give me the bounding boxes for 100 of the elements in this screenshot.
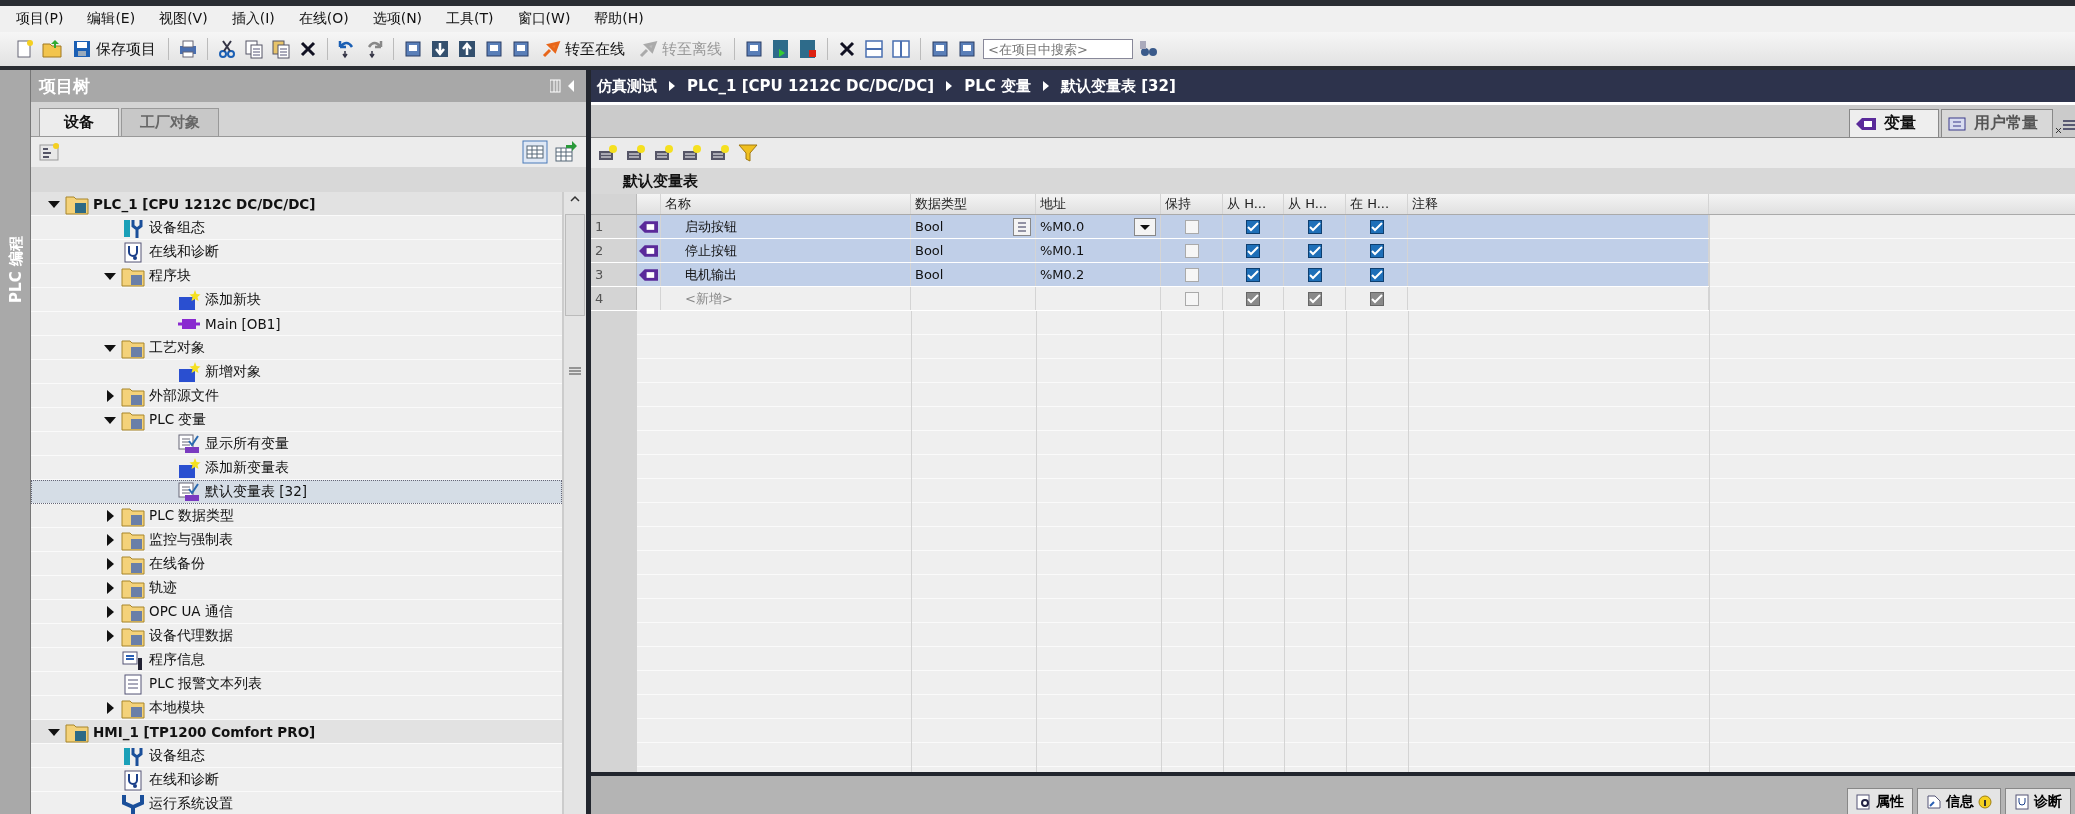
column-header[interactable]: 数据类型 bbox=[911, 194, 1036, 214]
checkbox[interactable] bbox=[1369, 267, 1384, 282]
scissors-icon[interactable] bbox=[216, 38, 238, 60]
tree-item[interactable]: 外部源文件 bbox=[31, 384, 562, 408]
table-cell[interactable]: %M0.0 bbox=[1040, 219, 1085, 234]
panel-tab[interactable]: 设备 bbox=[39, 108, 119, 136]
tree-item[interactable]: Main [OB1] bbox=[31, 312, 562, 336]
toolbar-button[interactable]: 转至在线 bbox=[537, 39, 629, 59]
column-header[interactable]: 名称 bbox=[661, 194, 911, 214]
checkbox[interactable] bbox=[1307, 243, 1322, 258]
clipboard-icon[interactable] bbox=[270, 38, 292, 60]
menu-item[interactable]: 在线(O) bbox=[298, 10, 349, 28]
search-field[interactable]: <在项目中搜索> bbox=[983, 39, 1133, 59]
inspector-tab[interactable]: 属性 bbox=[1847, 788, 1913, 814]
tree-item[interactable]: PLC 数据类型 bbox=[31, 504, 562, 528]
checkbox[interactable] bbox=[1369, 243, 1384, 258]
column-header[interactable]: 注释 bbox=[1408, 194, 1709, 214]
checkbox[interactable] bbox=[1307, 291, 1322, 306]
breadcrumb-item[interactable]: 默认变量表 [32] bbox=[1060, 76, 1176, 96]
checkbox[interactable] bbox=[1184, 291, 1199, 306]
table-cell[interactable]: 启动按钮 bbox=[665, 217, 737, 236]
checkbox[interactable] bbox=[1246, 243, 1260, 258]
table-row[interactable]: 3 电机输出 Bool %M0.2 bbox=[591, 263, 1709, 287]
table-row[interactable]: 4 <新增> bbox=[591, 287, 1709, 311]
printer-icon[interactable] bbox=[177, 38, 199, 60]
column-header[interactable]: 在 H... bbox=[1346, 194, 1408, 214]
dropdown-icon[interactable] bbox=[1134, 217, 1156, 236]
toolbar-icon[interactable] bbox=[681, 143, 703, 163]
editor-tab[interactable]: 变量 bbox=[1849, 109, 1939, 137]
filter-icon[interactable] bbox=[737, 143, 759, 163]
checkbox[interactable] bbox=[1184, 219, 1199, 234]
toolbar-icon[interactable] bbox=[597, 143, 619, 163]
tree-item[interactable]: 工艺对象 bbox=[31, 336, 562, 360]
table-row[interactable]: 1 启动按钮 Bool %M0.0 bbox=[591, 215, 1709, 239]
checkbox[interactable] bbox=[1184, 243, 1199, 258]
menu-item[interactable]: 帮助(H) bbox=[594, 10, 644, 28]
tree-item[interactable]: 运行系统设置 bbox=[31, 792, 562, 814]
row-number[interactable]: 3 bbox=[591, 263, 637, 286]
row-number[interactable]: 1 bbox=[591, 215, 637, 238]
breadcrumb-item[interactable]: 仿真测试 bbox=[597, 76, 657, 96]
table-view-icon[interactable] bbox=[522, 140, 548, 164]
breadcrumb-item[interactable]: PLC_1 [CPU 1212C DC/DC/DC] bbox=[687, 77, 935, 95]
inspector-tab[interactable]: 信息 bbox=[1917, 788, 2001, 814]
grip-icon[interactable] bbox=[568, 366, 582, 376]
menu-item[interactable]: 视图(V) bbox=[159, 10, 208, 28]
tree-item[interactable]: OPC UA 通信 bbox=[31, 600, 562, 624]
table-cell[interactable]: 电机输出 bbox=[665, 265, 737, 284]
menu-item[interactable]: 编辑(E) bbox=[87, 10, 136, 28]
row-number[interactable]: 4 bbox=[591, 287, 637, 310]
inspector-tab[interactable]: 诊断 bbox=[2005, 788, 2071, 814]
menu-item[interactable]: 窗口(W) bbox=[517, 10, 571, 28]
menu-item[interactable]: 插入(I) bbox=[231, 10, 275, 28]
checkbox[interactable] bbox=[1307, 219, 1322, 234]
column-header[interactable]: 地址 bbox=[1036, 194, 1161, 214]
menu-item[interactable]: 项目(P) bbox=[16, 10, 64, 28]
stop-icon[interactable] bbox=[797, 38, 819, 60]
table-cell[interactable]: Bool bbox=[915, 219, 944, 234]
checkbox[interactable] bbox=[1369, 219, 1384, 234]
copy-icon[interactable] bbox=[243, 38, 265, 60]
column-header[interactable]: 保持 bbox=[1161, 194, 1223, 214]
tree-item[interactable]: 在线和诊断 bbox=[31, 768, 562, 792]
tree-item[interactable]: HMI_1 [TP1200 Comfort PRO] bbox=[31, 720, 562, 744]
folder-icon[interactable] bbox=[41, 38, 63, 60]
tree-item[interactable]: PLC_1 [CPU 1212C DC/DC/DC] bbox=[31, 192, 562, 216]
scrollbar-thumb[interactable] bbox=[565, 214, 585, 316]
toolbar-icon[interactable] bbox=[625, 143, 647, 163]
tree-item[interactable]: 设备代理数据 bbox=[31, 624, 562, 648]
checkbox[interactable] bbox=[1246, 291, 1260, 306]
table-row[interactable]: 2 停止按钮 Bool %M0.1 bbox=[591, 239, 1709, 263]
checkbox[interactable] bbox=[1369, 291, 1384, 306]
tree-item[interactable]: 在线和诊断 bbox=[31, 240, 562, 264]
toolbar-icon[interactable] bbox=[709, 143, 731, 163]
table-export-icon[interactable] bbox=[554, 140, 578, 164]
column-header[interactable]: 从 H... bbox=[1223, 194, 1284, 214]
menu-item[interactable]: 选项(N) bbox=[372, 10, 423, 28]
table-cell[interactable]: %M0.2 bbox=[1040, 267, 1085, 282]
table-cell[interactable]: %M0.1 bbox=[1040, 243, 1085, 258]
tree-item[interactable]: 显示所有变量 bbox=[31, 432, 562, 456]
checkbox[interactable] bbox=[1307, 267, 1322, 282]
row-number[interactable]: 2 bbox=[591, 239, 637, 262]
table-cell[interactable]: 停止按钮 bbox=[665, 241, 737, 260]
toolbar-button[interactable]: 保存项目 bbox=[68, 39, 160, 59]
tree-item[interactable]: 设备组态 bbox=[31, 216, 562, 240]
checkbox[interactable] bbox=[1246, 219, 1260, 234]
list-picker-icon[interactable] bbox=[1013, 217, 1031, 236]
column-header[interactable]: 从 H... bbox=[1284, 194, 1346, 214]
checkbox[interactable] bbox=[1184, 267, 1199, 282]
split-vertical-icon[interactable] bbox=[890, 38, 912, 60]
tree-view-icon[interactable] bbox=[39, 142, 61, 162]
split-horizontal-icon[interactable] bbox=[863, 38, 885, 60]
tree-item[interactable]: 新增对象 bbox=[31, 360, 562, 384]
toolbar-icon[interactable] bbox=[653, 143, 675, 163]
tree-item[interactable]: 监控与强制表 bbox=[31, 528, 562, 552]
menu-item[interactable]: 工具(T) bbox=[446, 10, 494, 28]
tree-item[interactable]: 添加新块 bbox=[31, 288, 562, 312]
tree-item[interactable]: 默认变量表 [32] bbox=[31, 480, 562, 504]
tree-item[interactable]: 程序信息 bbox=[31, 648, 562, 672]
table-cell[interactable]: Bool bbox=[915, 243, 944, 258]
tree-item[interactable]: 轨迹 bbox=[31, 576, 562, 600]
tree-item[interactable]: 程序块 bbox=[31, 264, 562, 288]
